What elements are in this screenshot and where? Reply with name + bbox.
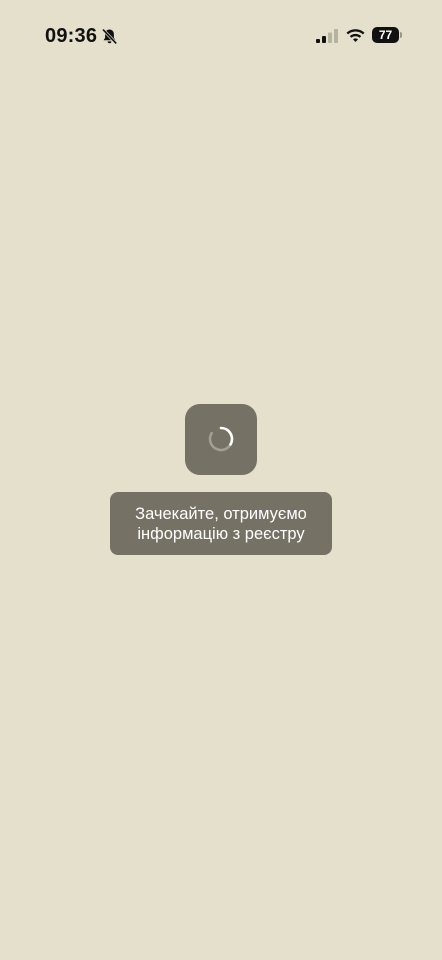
loading-message-toast: Зачекайте, отримуємо інформацію з реєстр… — [110, 492, 332, 555]
loading-message-line-1: Зачекайте, отримуємо — [135, 505, 307, 523]
status-time: 09:36 — [45, 25, 98, 47]
bell-slash-icon — [101, 28, 118, 45]
loading-message-line-2: інформацію з реєстру — [137, 525, 305, 543]
status-bar: 09:36 77 — [0, 0, 442, 70]
loading-indicator — [185, 404, 257, 475]
battery-indicator: 77 — [372, 27, 404, 43]
wifi-icon — [346, 29, 365, 42]
cellular-signal-icon — [316, 29, 338, 43]
spinner-icon — [208, 426, 234, 452]
battery-level: 77 — [378, 28, 393, 42]
